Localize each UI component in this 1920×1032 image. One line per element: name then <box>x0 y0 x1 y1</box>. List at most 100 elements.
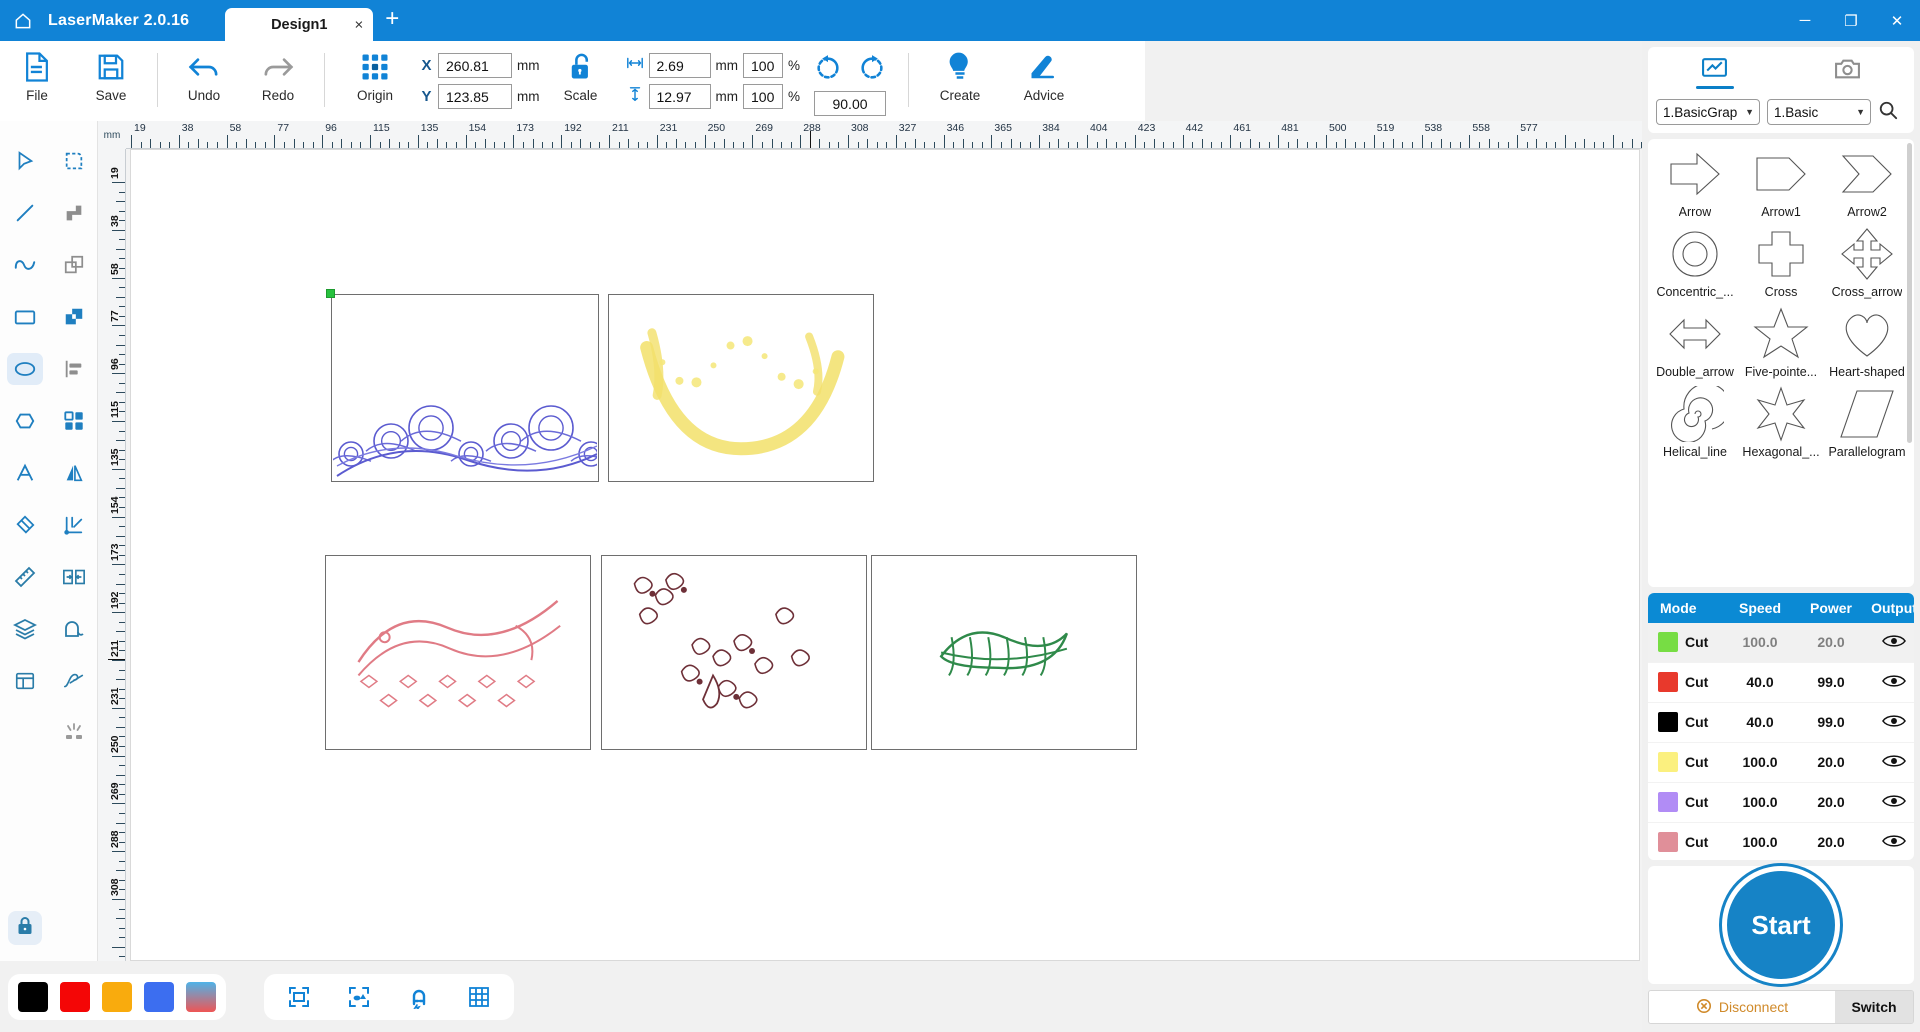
fit-selection-icon[interactable] <box>282 980 316 1014</box>
green-leaf-frame[interactable] <box>871 555 1137 750</box>
library-item-helix[interactable]: Helical_line <box>1652 385 1738 465</box>
select-tool[interactable] <box>0 135 49 187</box>
save-button[interactable]: Save <box>74 41 148 121</box>
swatch-orange[interactable] <box>102 981 132 1012</box>
start-button[interactable]: Start <box>1722 866 1840 985</box>
height-percent-input[interactable]: 100 <box>743 84 783 109</box>
mirror-tool[interactable] <box>49 447 98 499</box>
ellipse-tool[interactable] <box>0 343 49 395</box>
y-input[interactable]: 123.85 <box>438 84 512 109</box>
layer-color-swatch[interactable] <box>1658 712 1678 733</box>
switch-button[interactable]: Switch <box>1835 991 1913 1023</box>
subcategory-select[interactable]: 1.Basic ▼ <box>1767 99 1871 125</box>
select-objects-icon[interactable] <box>342 980 376 1014</box>
library-item-star5[interactable]: Five-pointe... <box>1738 305 1824 385</box>
library-item-cross_arrow[interactable]: Cross_arrow <box>1824 225 1910 305</box>
layer-color-swatch[interactable] <box>1658 792 1678 813</box>
undo-button[interactable]: Undo <box>167 41 241 121</box>
canvas-sheet[interactable] <box>126 149 1642 961</box>
library-item-arrow[interactable]: Arrow <box>1652 145 1738 225</box>
width-percent-input[interactable]: 100 <box>743 53 783 78</box>
close-tab-icon[interactable]: × <box>355 17 364 32</box>
measure-angle-tool[interactable] <box>49 499 98 551</box>
grid-toggle-icon[interactable] <box>462 980 496 1014</box>
vertical-ruler[interactable]: 19 38 58 77 96 115 135 154 173 192 211 231 250 269 288… <box>98 149 126 961</box>
ruler-tool[interactable] <box>0 551 49 603</box>
new-tab-icon[interactable]: + <box>373 7 409 41</box>
library-item-star6[interactable]: Hexagonal_... <box>1738 385 1824 465</box>
union-tool[interactable] <box>49 187 98 239</box>
layers-tool[interactable] <box>0 603 49 655</box>
array-tool[interactable] <box>49 395 98 447</box>
layer-color-swatch[interactable] <box>1658 752 1678 773</box>
layer-color-swatch[interactable] <box>1658 632 1678 653</box>
layer-row[interactable]: Cut 100.0 20.0 <box>1648 743 1914 783</box>
advice-button[interactable]: Advice <box>1002 41 1086 121</box>
text-tool[interactable] <box>0 447 49 499</box>
layer-speed-value[interactable]: 40.0 <box>1724 674 1796 690</box>
dragon-yellow-frame[interactable] <box>608 294 874 482</box>
scale-lock-button[interactable]: Scale <box>544 41 618 121</box>
file-button[interactable]: File <box>0 41 74 121</box>
swatch-black[interactable] <box>18 981 48 1012</box>
align-tool[interactable] <box>49 343 98 395</box>
library-scrollbar[interactable] <box>1907 143 1912 443</box>
minimize-button[interactable]: ─ <box>1782 0 1828 41</box>
handwrite-tool[interactable] <box>49 655 98 707</box>
subtract-tool[interactable] <box>49 239 98 291</box>
create-button[interactable]: Create <box>918 41 1002 121</box>
rotate-left-icon[interactable] <box>814 54 842 87</box>
origin-button[interactable]: Origin <box>338 41 412 121</box>
layer-speed-value[interactable]: 100.0 <box>1724 754 1796 770</box>
layer-power-value[interactable]: 20.0 <box>1796 794 1866 810</box>
swatch-red[interactable] <box>60 981 90 1012</box>
x-input[interactable]: 260.81 <box>438 53 512 78</box>
rotate-right-icon[interactable] <box>858 54 886 87</box>
layer-row[interactable]: Cut 40.0 99.0 <box>1648 663 1914 703</box>
node-edit-tool[interactable] <box>49 135 98 187</box>
layer-speed-value[interactable]: 100.0 <box>1724 834 1796 850</box>
library-item-arrow2[interactable]: Arrow2 <box>1824 145 1910 225</box>
library-item-parallelogram[interactable]: Parallelogram <box>1824 385 1910 465</box>
layer-speed-value[interactable]: 100.0 <box>1724 634 1796 650</box>
fill-tool[interactable] <box>49 603 98 655</box>
layout-tool[interactable] <box>0 655 49 707</box>
selection-handle[interactable] <box>326 289 335 298</box>
rotation-input[interactable]: 90.00 <box>814 91 887 116</box>
intersect-tool[interactable] <box>49 291 98 343</box>
library-tab[interactable] <box>1648 47 1781 95</box>
layer-output-toggle[interactable] <box>1866 713 1914 732</box>
width-input[interactable]: 2.69 <box>648 53 711 78</box>
search-icon[interactable] <box>1878 100 1898 125</box>
engrave-tool[interactable] <box>49 707 98 759</box>
library-item-heart[interactable]: Heart-shaped <box>1824 305 1910 385</box>
layer-output-toggle[interactable] <box>1866 793 1914 812</box>
layer-color-swatch[interactable] <box>1658 832 1678 853</box>
dragon-pink-frame[interactable] <box>325 555 591 750</box>
disconnect-button[interactable]: Disconnect <box>1649 991 1835 1023</box>
layer-output-toggle[interactable] <box>1866 673 1914 692</box>
layer-color-swatch[interactable] <box>1658 672 1678 693</box>
curve-tool[interactable] <box>0 239 49 291</box>
layer-power-value[interactable]: 99.0 <box>1796 674 1866 690</box>
library-item-cross[interactable]: Cross <box>1738 225 1824 305</box>
height-input[interactable]: 12.97 <box>648 84 711 109</box>
canvas-area[interactable]: mm 19 38 58 77 96 115 135 154 173 192 211 231 250 269… <box>98 121 1642 961</box>
canvas-lock-button[interactable] <box>8 911 42 945</box>
rectangle-tool[interactable] <box>0 291 49 343</box>
layer-power-value[interactable]: 20.0 <box>1796 754 1866 770</box>
home-icon[interactable] <box>0 0 46 41</box>
swatch-blue[interactable] <box>144 981 174 1012</box>
layer-row[interactable]: Cut 100.0 20.0 <box>1648 622 1914 663</box>
layer-output-toggle[interactable] <box>1866 833 1914 852</box>
line-tool[interactable] <box>0 187 49 239</box>
layer-output-toggle[interactable] <box>1866 633 1914 652</box>
magnet-snap-icon[interactable] <box>402 980 436 1014</box>
layer-power-value[interactable]: 20.0 <box>1796 634 1866 650</box>
maximize-button[interactable]: ❐ <box>1828 0 1874 41</box>
swatch-gradient[interactable] <box>186 981 216 1012</box>
document-tab[interactable]: Design1 × <box>225 8 374 41</box>
layer-output-toggle[interactable] <box>1866 753 1914 772</box>
horizontal-ruler[interactable]: 19 38 58 77 96 115 135 154 173 192 211 231 250 269 288… <box>98 121 1642 149</box>
polygon-tool[interactable] <box>0 395 49 447</box>
